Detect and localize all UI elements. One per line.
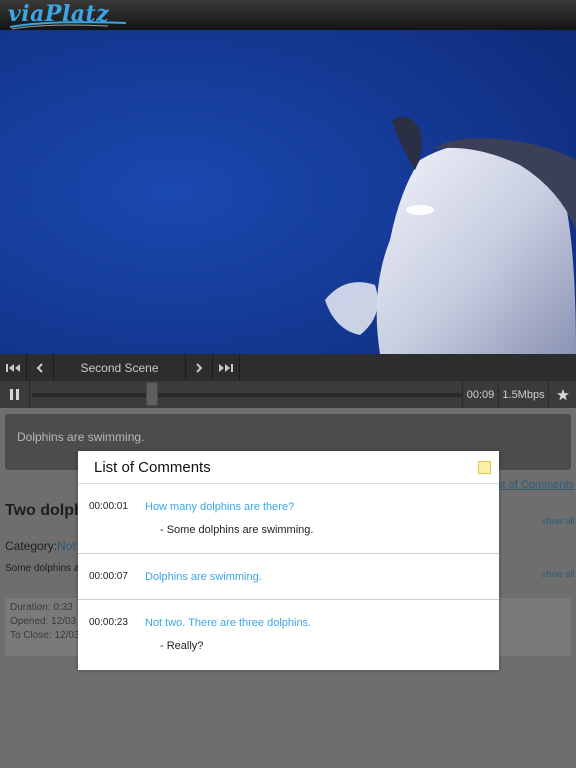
show-all-link-description[interactable]: show all (542, 569, 575, 579)
scene-title[interactable]: Second Scene (54, 354, 186, 381)
first-scene-button[interactable] (0, 354, 27, 381)
comment-row[interactable]: 00:00:01 How many dolphins are there? - … (78, 484, 499, 554)
comment-row[interactable]: 00:00:07 Dolphins are swimming. (78, 554, 499, 600)
current-time: 00:09 (462, 381, 498, 408)
video-title: Two dolph (5, 502, 84, 519)
list-of-comments-link[interactable]: st of Comments (497, 479, 574, 491)
video-description: Some dolphins a (5, 563, 80, 574)
modal-header: List of Comments (78, 451, 499, 484)
category-label: Category: (5, 539, 58, 553)
chevron-right-icon (196, 362, 203, 373)
logo-swoosh-icon (9, 21, 127, 30)
comment-reply: - Some dolphins are swimming. (160, 524, 314, 536)
playback-bar: 00:09 1.5Mbps (0, 381, 576, 408)
comment-text[interactable]: How many dolphins are there? (145, 501, 294, 513)
skip-to-end-icon (219, 363, 233, 372)
modal-title: List of Comments (94, 459, 211, 476)
pause-button[interactable] (0, 381, 30, 408)
skip-to-start-icon (6, 363, 20, 372)
video-player[interactable] (0, 30, 576, 354)
comments-modal: List of Comments 00:00:01 How many dolph… (78, 451, 499, 670)
pause-icon (9, 389, 19, 400)
star-icon (556, 388, 569, 400)
scene-navigation-bar: Second Scene (0, 354, 576, 382)
favorite-button[interactable] (548, 381, 576, 408)
next-scene-button[interactable] (186, 354, 213, 381)
close-modal-button[interactable] (478, 461, 491, 474)
comment-row[interactable]: 00:00:23 Not two. There are three dolphi… (78, 600, 499, 670)
chevron-left-icon (36, 362, 43, 373)
show-all-link-title[interactable]: show all (542, 516, 575, 526)
comment-text[interactable]: Dolphins are swimming. (145, 571, 262, 583)
comment-time: 00:00:01 (89, 501, 128, 512)
previous-scene-button[interactable] (27, 354, 54, 381)
last-scene-button[interactable] (213, 354, 240, 381)
category-line: Category:Not (5, 539, 76, 553)
comment-time: 00:00:23 (89, 617, 128, 628)
category-value[interactable]: Not (57, 539, 76, 553)
bitrate-button[interactable]: 1.5Mbps (498, 381, 548, 408)
comment-time: 00:00:07 (89, 571, 128, 582)
comment-text[interactable]: Not two. There are three dolphins. (145, 617, 311, 629)
comment-reply: - Really? (160, 640, 204, 652)
top-bar: viaPlatz (0, 0, 576, 30)
seek-thumb[interactable] (146, 382, 158, 406)
seek-track[interactable] (32, 393, 462, 397)
video-frame (0, 30, 576, 354)
